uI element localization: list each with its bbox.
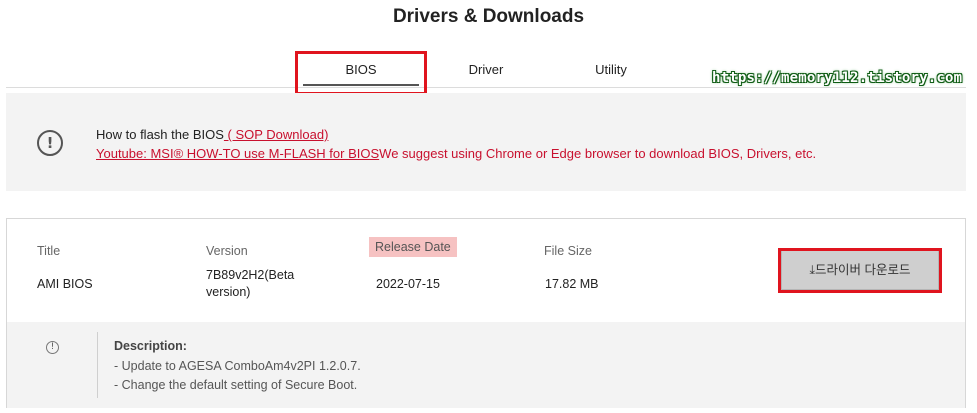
description-item: - Change the default setting of Secure B… — [114, 378, 358, 392]
tab-driver[interactable]: Driver — [446, 62, 526, 77]
tab-utility[interactable]: Utility — [571, 62, 651, 77]
release-date-column-label: Release Date — [369, 237, 457, 257]
bios-file-size: 17.82 MB — [545, 277, 599, 291]
notice-youtube-line: Youtube: MSI® HOW-TO use M-FLASH for BIO… — [96, 146, 816, 161]
tab-divider — [6, 87, 966, 88]
watermark: https://memory112.tistory.com — [712, 70, 963, 86]
bios-version-line2: version) — [206, 285, 251, 299]
version-column-label: Version — [206, 244, 248, 258]
browser-suggestion-text: We suggest using Chrome or Edge browser … — [379, 146, 817, 161]
notice-panel: ! How to flash the BIOS ( SOP Download) … — [6, 93, 966, 191]
description-title: Description: — [114, 339, 187, 353]
notice-flash-text: How to flash the BIOS — [96, 127, 224, 142]
description-panel: ! Description: - Update to AGESA ComboAm… — [7, 322, 965, 408]
bios-version-line1: 7B89v2H2(Beta — [206, 268, 295, 282]
bios-version: 7B89v2H2(Beta version) — [206, 267, 294, 301]
download-button-highlight-box — [778, 248, 942, 293]
page-title: Drivers & Downloads — [392, 6, 585, 27]
bios-entry-card: Title Version Release Date File Size AMI… — [6, 218, 966, 408]
youtube-mflash-link[interactable]: Youtube: MSI® HOW-TO use M-FLASH for BIO… — [96, 146, 379, 161]
notice-flash-line: How to flash the BIOS ( SOP Download) — [96, 127, 328, 142]
file-size-column-label: File Size — [544, 244, 592, 258]
info-circle-icon: ! — [46, 341, 59, 354]
exclamation-circle-icon: ! — [37, 130, 63, 156]
description-divider — [97, 332, 98, 398]
sop-download-link[interactable]: ( SOP Download) — [224, 127, 329, 142]
bios-tab-highlight-box — [295, 51, 427, 95]
bios-release-date: 2022-07-15 — [376, 277, 440, 291]
description-item: - Update to AGESA ComboAm4v2PI 1.2.0.7. — [114, 359, 361, 373]
release-date-label: Release Date — [369, 237, 457, 257]
bios-title: AMI BIOS — [37, 277, 93, 291]
title-column-label: Title — [37, 244, 61, 258]
